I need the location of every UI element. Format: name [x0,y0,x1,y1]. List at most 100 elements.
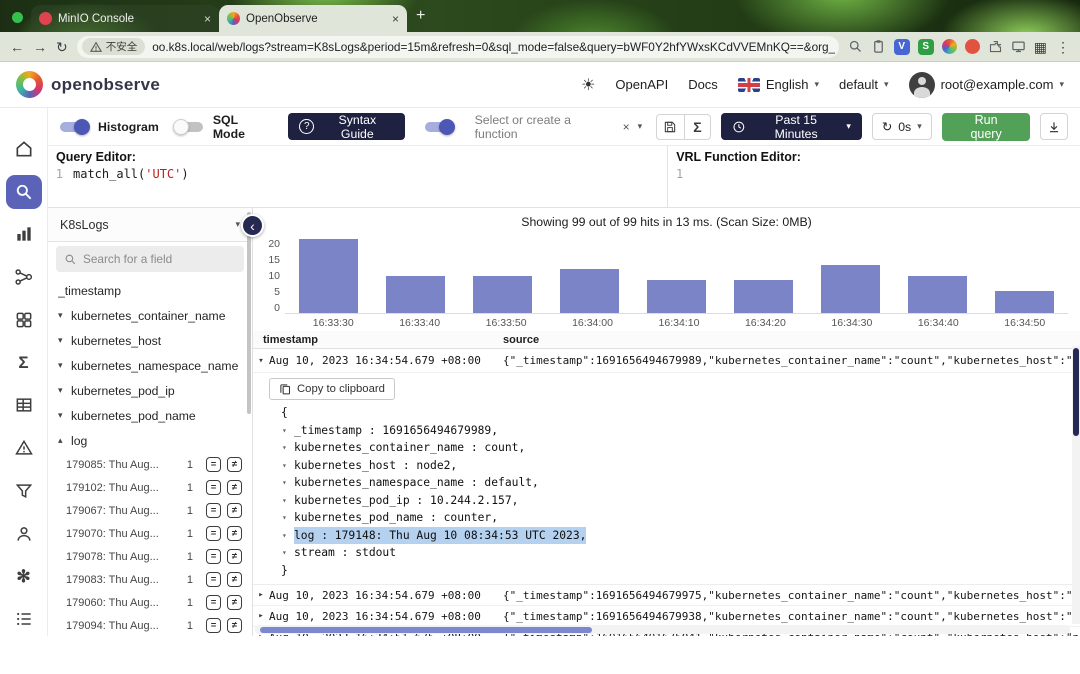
docs-link[interactable]: Docs [688,77,718,92]
json-chevron-icon[interactable]: ▾ [282,527,294,545]
openobserve-logo[interactable]: openobserve [16,71,160,98]
field-item-log[interactable]: ▴ log [48,428,252,453]
list-icon[interactable] [6,602,42,636]
time-range-button[interactable]: Past 15 Minutes ▾ [721,113,862,141]
search-extension-icon[interactable] [848,39,863,54]
fields-scrollbar[interactable] [247,210,251,634]
include-filter-button[interactable]: = [206,595,221,610]
filter-funnel-icon[interactable] [6,474,42,508]
browser-tab-minio[interactable]: MinIO Console × [31,5,219,32]
home-icon[interactable] [6,132,42,166]
browser-menu-icon[interactable]: ⋮ [1056,40,1070,54]
vertical-scrollbar-thumb[interactable] [1073,348,1079,436]
log-table-row[interactable]: ▸ Aug 10, 2023 16:34:54.679 +08:00 {"_ti… [253,606,1080,627]
colorful-extension-icon[interactable] [941,39,957,54]
json-chevron-icon[interactable]: ▾ [282,492,294,510]
language-selector[interactable]: English ▾ [737,77,819,92]
monitor-icon[interactable] [1011,39,1026,54]
clear-icon[interactable]: × [623,120,630,134]
extensions-puzzle-icon[interactable] [988,39,1003,54]
sql-mode-toggle[interactable] [172,118,203,135]
exclude-filter-button[interactable]: ≠ [227,618,242,633]
users-person-icon[interactable] [6,517,42,551]
expand-chevron-icon[interactable]: ▸ [253,611,269,621]
exclude-filter-button[interactable]: ≠ [227,526,242,541]
reload-button[interactable]: ↻ [56,40,68,54]
include-filter-button[interactable]: = [206,457,221,472]
stream-selector[interactable]: K8sLogs ▾ [48,208,252,242]
vrl-function-editor[interactable]: VRL Function Editor: 1 [667,146,1080,207]
url-bar[interactable]: 不安全 oo.k8s.local/web/logs?stream=K8sLogs… [76,35,839,58]
collapse-sidebar-button[interactable]: ‹ [241,214,264,237]
tab-close-icon[interactable]: × [204,12,211,26]
slack-icon[interactable]: ✻ [6,560,42,594]
field-item-_timestamp[interactable]: _timestamp [48,278,252,303]
search-logs-icon[interactable] [5,174,42,209]
json-chevron-icon[interactable]: ▾ [282,457,294,475]
tab-close-icon[interactable]: × [392,12,399,26]
new-tab-button[interactable]: + [416,7,425,25]
expand-chevron-icon[interactable]: ▾ [253,356,269,366]
browser-tab-openobserve[interactable]: OpenObserve × [219,5,407,32]
include-filter-button[interactable]: = [206,549,221,564]
syntax-guide-button[interactable]: ? Syntax Guide [288,113,405,141]
field-value-row[interactable]: 179060: Thu Aug... 1 = ≠ [48,591,252,614]
horizontal-scrollbar[interactable] [255,625,1070,634]
field-item-kubernetes_host[interactable]: ▾ kubernetes_host [48,328,252,353]
field-search-box[interactable] [56,246,244,272]
vertical-scrollbar[interactable] [1072,346,1080,624]
back-button[interactable]: ← [10,40,24,54]
security-chip[interactable]: 不安全 [81,38,146,55]
openapi-link[interactable]: OpenAPI [615,77,668,92]
exclude-filter-button[interactable]: ≠ [227,457,242,472]
json-chevron-icon[interactable]: ▾ [282,474,294,492]
field-value-row[interactable]: 179085: Thu Aug... 1 = ≠ [48,453,252,476]
run-query-button[interactable]: Run query [941,112,1031,141]
field-value-row[interactable]: 179083: Thu Aug... 1 = ≠ [48,568,252,591]
apps-grid-icon[interactable]: ▦ [1034,40,1047,54]
field-value-row[interactable]: 179102: Thu Aug... 1 = ≠ [48,476,252,499]
function-select[interactable]: Select or create a function × ▾ [475,113,643,141]
include-filter-button[interactable]: = [206,526,221,541]
theme-toggle-sun-icon[interactable]: ☀ [581,75,595,95]
bar-chart-icon[interactable] [6,218,42,252]
red-extension-icon[interactable] [964,39,980,54]
include-filter-button[interactable]: = [206,503,221,518]
field-value-row[interactable]: 179094: Thu Aug... 1 = ≠ [48,614,252,636]
expand-chevron-icon[interactable]: ▸ [253,590,269,600]
histogram-toggle[interactable] [60,118,90,135]
vrl-function-toggle[interactable] [424,118,455,135]
include-filter-button[interactable]: = [206,618,221,633]
download-results-button[interactable] [1040,113,1068,140]
save-function-button[interactable] [657,115,684,139]
source-column-header[interactable]: source [503,334,1080,346]
forward-button[interactable]: → [33,40,47,54]
exclude-filter-button[interactable]: ≠ [227,480,242,495]
field-search-input[interactable] [83,252,223,266]
field-item-kubernetes_container_name[interactable]: ▾ kubernetes_container_name [48,303,252,328]
json-chevron-icon[interactable]: ▾ [282,544,294,562]
fields-scrollbar-thumb[interactable] [247,212,251,414]
field-item-kubernetes_pod_name[interactable]: ▾ kubernetes_pod_name [48,403,252,428]
field-item-kubernetes_namespace_name[interactable]: ▾ kubernetes_namespace_name [48,353,252,378]
copy-to-clipboard-button[interactable]: Copy to clipboard [269,378,395,400]
dashboards-icon[interactable] [6,303,42,337]
include-filter-button[interactable]: = [206,480,221,495]
refresh-interval-button[interactable]: ↻ 0s ▾ [871,113,932,140]
organization-selector[interactable]: default ▾ [839,77,889,92]
exclude-filter-button[interactable]: ≠ [227,595,242,610]
include-filter-button[interactable]: = [206,572,221,587]
exclude-filter-button[interactable]: ≠ [227,572,242,587]
user-menu[interactable]: root@example.com ▾ [908,71,1064,98]
field-value-row[interactable]: 179078: Thu Aug... 1 = ≠ [48,545,252,568]
exclude-filter-button[interactable]: ≠ [227,549,242,564]
json-chevron-icon[interactable]: ▾ [282,422,294,440]
alerts-warning-icon[interactable] [6,431,42,465]
json-chevron-icon[interactable]: ▾ [282,509,294,527]
json-chevron-icon[interactable]: ▾ [282,439,294,457]
apply-function-sigma-button[interactable]: Σ [683,114,711,139]
horizontal-scrollbar-thumb[interactable] [260,626,592,633]
field-value-row[interactable]: 179070: Thu Aug... 1 = ≠ [48,522,252,545]
field-item-kubernetes_pod_ip[interactable]: ▾ kubernetes_pod_ip [48,378,252,403]
clipboard-extension-icon[interactable] [871,39,886,54]
